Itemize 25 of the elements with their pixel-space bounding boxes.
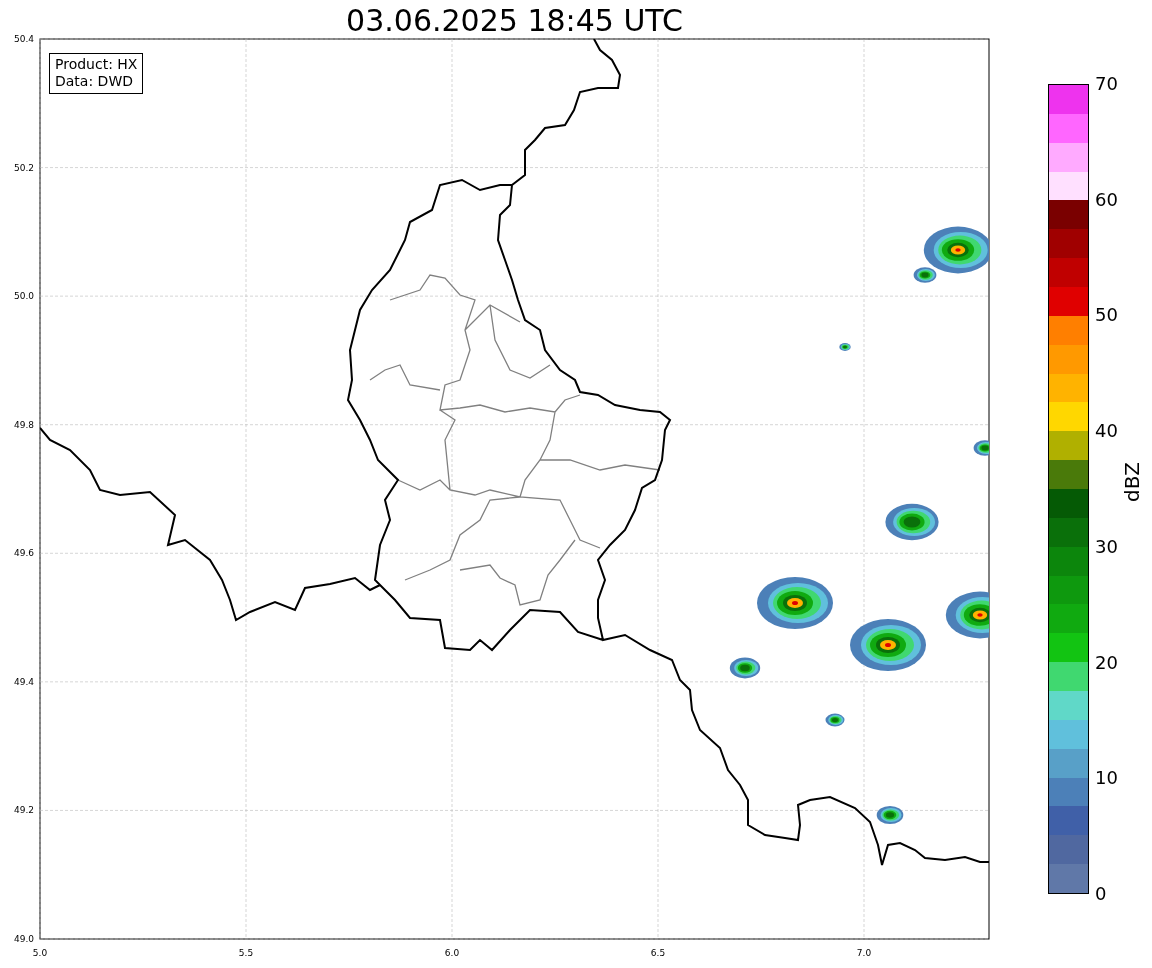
axis-tick-label: 5.5	[238, 948, 254, 958]
axis-tick-label: 6.5	[650, 948, 666, 958]
axis-tick-label: 49.6	[13, 548, 34, 559]
colorbar-tick-label: 60	[1095, 189, 1118, 210]
chart-title: 03.06.2025 18:45 UTC	[345, 2, 684, 39]
axis-tick-label: 49.4	[13, 676, 34, 687]
axis-tick-label: 50.4	[13, 34, 34, 44]
axis-tick-label: 7.0	[856, 948, 872, 958]
colorbar-tick-label: 70	[1095, 74, 1118, 94]
axis-tick-label: 49.2	[13, 805, 34, 816]
axis-tick-label: 6.0	[444, 948, 460, 958]
colorbar-tick-label: 0	[1095, 883, 1108, 904]
colorbar-tick-label: 10	[1095, 768, 1118, 789]
axis-tick-label: 50.0	[13, 291, 34, 302]
colorbar-tick-label: 20	[1095, 652, 1118, 673]
axis-tick-label: 50.2	[13, 162, 34, 173]
colorbar-tick-label: 50	[1095, 305, 1118, 326]
colorbar-tick-label: 30	[1095, 536, 1118, 557]
colorbar-label: dBZ	[1119, 461, 1144, 503]
axis-tick-label: 49.8	[13, 419, 34, 430]
info-text: Product: HX	[55, 56, 138, 73]
axis-tick-label: 5.0	[32, 948, 48, 958]
axis-tick-label: 49.0	[13, 934, 34, 944]
colorbar-tick-label: 40	[1095, 421, 1118, 442]
info-text: Data: DWD	[55, 73, 134, 90]
